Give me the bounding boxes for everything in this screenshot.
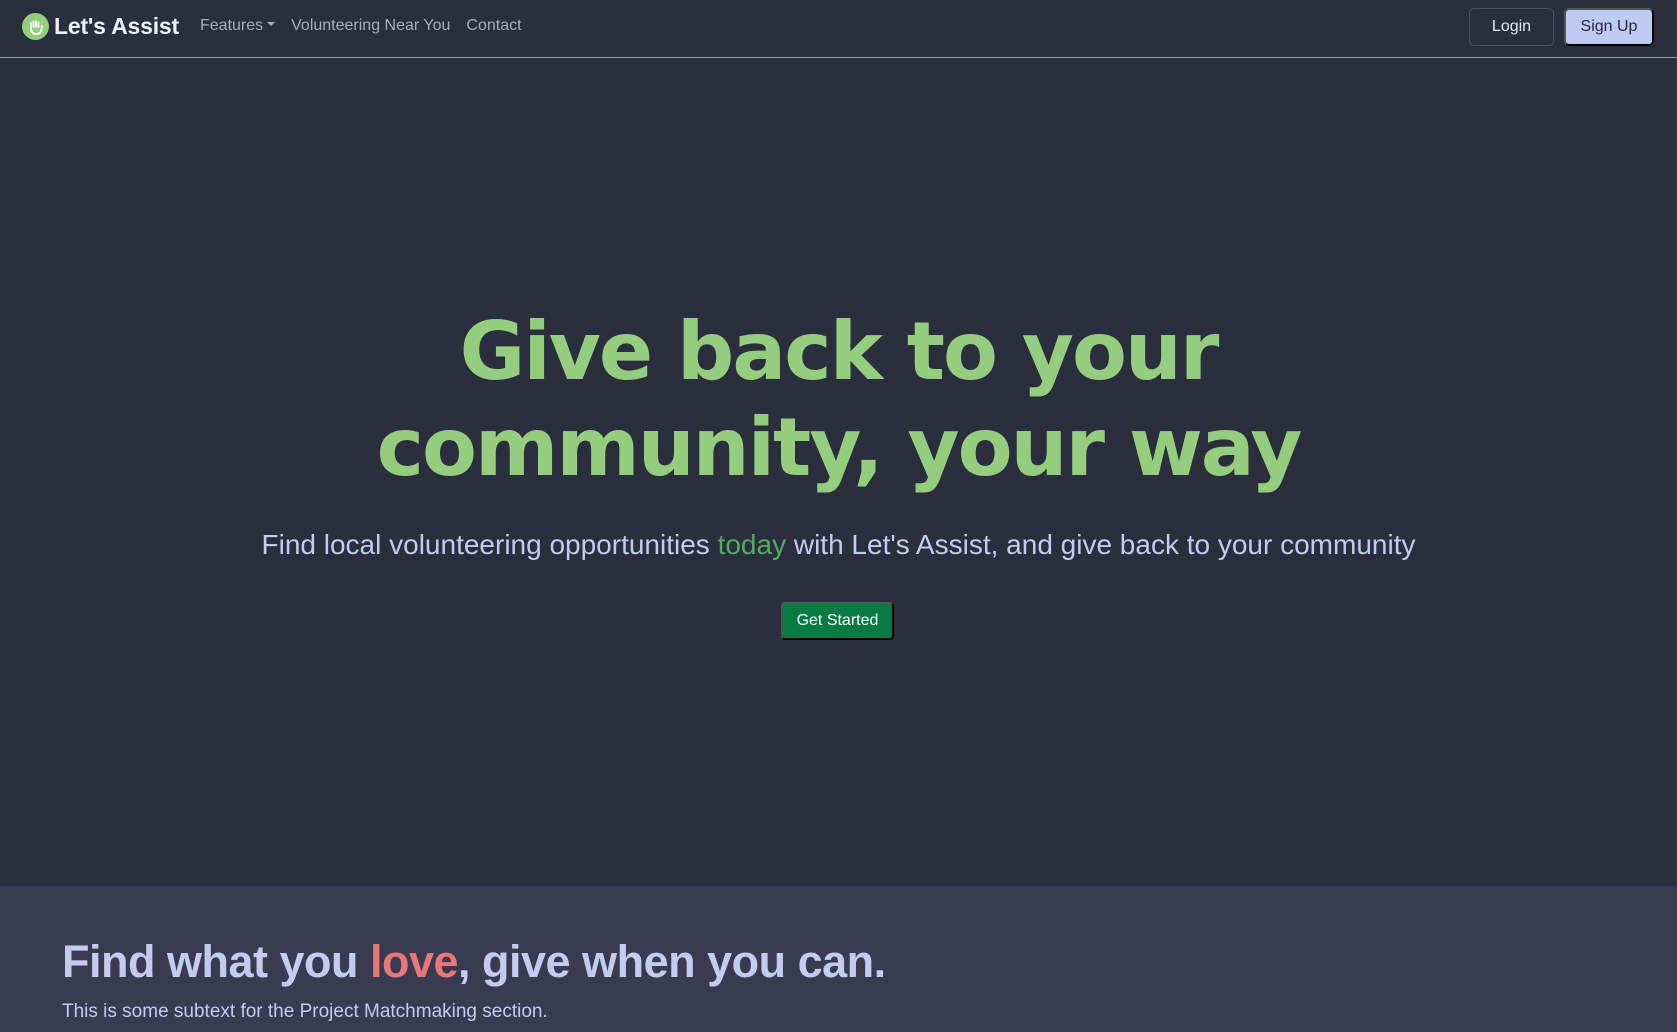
- top-navbar: Let's Assist Features Volunteering Near …: [0, 0, 1677, 58]
- matchmaking-title-accent: love: [369, 936, 459, 987]
- matchmaking-section: Find what you love, give when you can. T…: [0, 886, 1677, 1032]
- matchmaking-subtext: This is some subtext for the Project Mat…: [62, 1001, 548, 1022]
- login-button[interactable]: Login: [1469, 8, 1554, 46]
- nav-features-dropdown[interactable]: Features: [200, 17, 276, 35]
- hero-subtitle: Find local volunteering opportunities to…: [0, 529, 1677, 561]
- hero-title: Give back to your community, your way: [0, 304, 1677, 496]
- nav-volunteering-near-you[interactable]: Volunteering Near You: [291, 17, 450, 35]
- brand-link[interactable]: Let's Assist: [22, 13, 179, 40]
- hero-title-line-1: Give back to your: [459, 305, 1220, 398]
- matchmaking-title-end: , give when you can.: [458, 936, 886, 987]
- brand-name: Let's Assist: [54, 13, 179, 39]
- signup-button[interactable]: Sign Up: [1564, 8, 1654, 46]
- nav-features-label: Features: [200, 17, 264, 34]
- nav-links: Features Volunteering Near You Contact: [200, 17, 522, 35]
- matchmaking-title-start: Find what you: [62, 936, 370, 987]
- hero-subtitle-start: Find local volunteering opportunities: [261, 529, 718, 560]
- hero-title-line-2: community, your way: [376, 401, 1303, 494]
- get-started-button[interactable]: Get Started: [781, 602, 894, 640]
- hero-subtitle-accent: today: [717, 529, 787, 560]
- hand-wave-icon: [22, 13, 49, 40]
- matchmaking-title: Find what you love, give when you can.: [62, 936, 886, 988]
- caret-down-icon: [267, 21, 276, 26]
- hero-section: Give back to your community, your way Fi…: [0, 59, 1677, 886]
- hero-subtitle-end: with Let's Assist, and give back to your…: [786, 529, 1416, 560]
- nav-contact[interactable]: Contact: [466, 17, 521, 35]
